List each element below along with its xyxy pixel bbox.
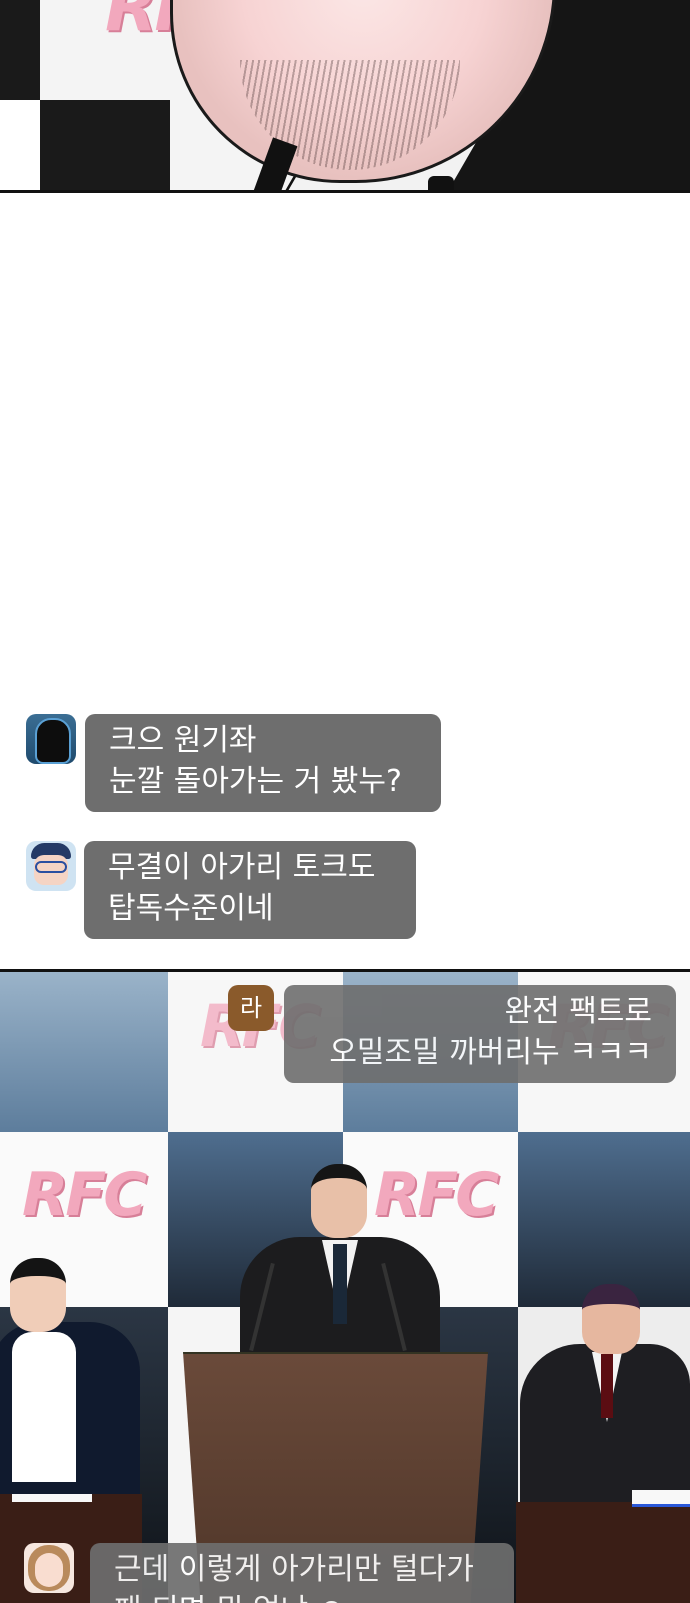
checker-tile — [40, 100, 170, 190]
letter-avatar: 라 — [228, 985, 274, 1031]
speaker-head — [311, 1164, 367, 1238]
checker-tile — [0, 0, 40, 100]
left-person-head — [10, 1258, 66, 1332]
document — [632, 1490, 690, 1507]
chat-message: 무결이 아가리 토크도 탑독수준이네 — [0, 841, 690, 941]
rfc-logo: RFC — [22, 1160, 147, 1230]
hood-icon — [35, 718, 71, 764]
tie — [428, 176, 454, 190]
right-person-tie — [601, 1354, 613, 1418]
bottom-comic-panel: RFC RFC RFC RFC 라 완전 팩트로 오밀조밀 까버리누 ㅋㅋㅋ 근… — [0, 969, 690, 1603]
chat-message: 크으 원기좌 눈깔 돌아가는 거 봤누? — [0, 714, 690, 814]
face-icon — [35, 1553, 63, 1587]
chat-bubble: 무결이 아가리 토크도 탑독수준이네 — [84, 841, 416, 939]
top-comic-panel: RFC — [0, 0, 690, 193]
chat-bubble: 완전 팩트로 오밀조밀 까버리누 ㅋㅋㅋ — [284, 985, 676, 1083]
right-table — [516, 1502, 690, 1603]
checker-tile — [0, 100, 40, 190]
checker-tile — [518, 1132, 690, 1307]
checker-tile — [0, 972, 168, 1132]
avatar-letter: 라 — [239, 994, 263, 1022]
chat-bubble: 크으 원기좌 눈깔 돌아가는 거 봤누? — [85, 714, 441, 812]
glasses-icon — [35, 861, 67, 873]
speaker-tie — [333, 1244, 347, 1324]
left-person-shirt — [12, 1332, 76, 1482]
rfc-logo: RFC — [374, 1160, 499, 1230]
glasses-kid-avatar — [26, 841, 76, 891]
hooded-user-avatar — [26, 714, 76, 764]
woman-avatar — [24, 1543, 74, 1593]
right-person-head — [582, 1284, 640, 1354]
document — [12, 1494, 92, 1502]
chat-bubble: 근데 이렇게 아가리만 털다가 패 되면 뭐 없냐 ㅇ — [90, 1543, 514, 1603]
